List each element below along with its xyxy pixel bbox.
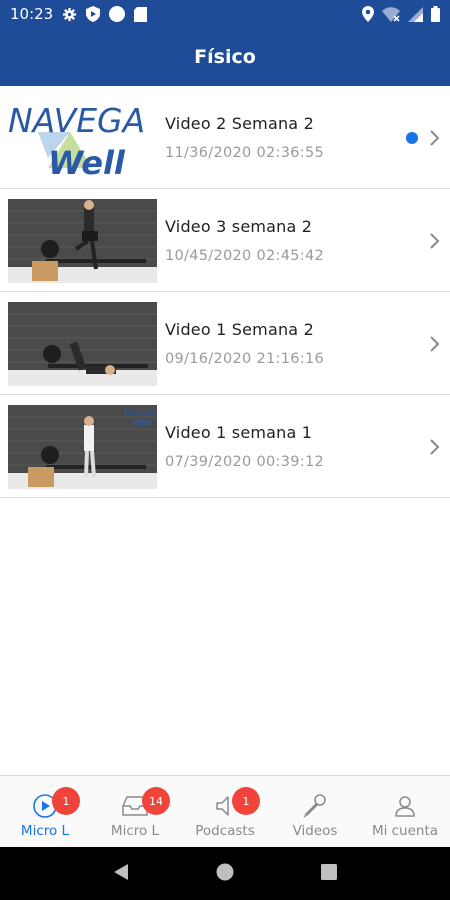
tab-label: Micro L [20,823,70,839]
battery-icon [431,6,440,22]
notification-badge: 14 [142,787,170,815]
chevron-right-icon[interactable] [428,438,440,460]
video-list-item[interactable]: Video 3 semana 2 10/45/2020 02:45:42 [0,189,450,292]
video-list-item[interactable]: NAVEGA Well Video 1 semana 1 07/39/2020 … [0,395,450,498]
tab-podcasts[interactable]: Podcasts 1 [180,776,270,848]
home-icon[interactable] [216,863,234,885]
shield-play-icon [86,6,101,22]
video-thumbnail-gym [8,302,157,386]
signal-icon [408,6,423,22]
status-bar: 10:23 [0,0,450,28]
video-date: 10/45/2020 02:45:42 [165,248,325,264]
page-title: Físico [194,46,256,68]
tab-label: Mi cuenta [371,823,439,839]
tab-label: Videos [292,823,338,839]
tab-mi-cuenta[interactable]: Mi cuenta [360,776,450,848]
logo-text-well: Well [48,144,126,180]
bottom-tab-bar: Micro L 1 Micro L 14 Podcasts 1 Videos M… [0,775,450,847]
video-title: Video 2 Semana 2 [165,114,314,133]
location-icon [362,6,374,22]
watermark-well: Well [132,418,151,427]
chevron-right-icon[interactable] [428,335,440,357]
video-thumbnail-gym [8,199,157,283]
sd-card-icon [134,6,148,22]
user-icon [393,793,417,819]
video-list[interactable]: NAVEGA Well Video 2 Semana 2 11/36/2020 … [0,86,450,498]
tab-label: Micro L [110,823,160,839]
tab-micro-l-1[interactable]: Micro L 1 [0,776,90,848]
video-date: 09/16/2020 21:16:16 [165,351,325,367]
video-thumbnail-logo: NAVEGA Well [8,96,157,180]
microphone-icon [302,793,328,819]
video-date: 11/36/2020 02:36:55 [165,145,325,161]
video-title: Video 1 semana 1 [165,423,313,442]
video-list-item[interactable]: Video 1 Semana 2 09/16/2020 21:16:16 [0,292,450,395]
video-title: Video 3 semana 2 [165,217,313,236]
chevron-right-icon[interactable] [428,129,440,151]
notification-badge: 1 [232,787,260,815]
unread-dot [406,132,418,144]
circle-notification-icon [109,6,126,22]
video-thumbnail-gym: NAVEGA Well [8,405,157,489]
chevron-right-icon[interactable] [428,232,440,254]
wifi-icon [382,6,400,22]
video-title: Video 1 Semana 2 [165,320,314,339]
video-date: 07/39/2020 00:39:12 [165,454,325,470]
system-nav-bar [0,847,450,900]
notification-badge: 1 [52,787,80,815]
watermark-navega: NAVEGA [124,408,157,417]
settings-gear-icon [62,7,77,22]
status-time: 10:23 [10,5,54,23]
tab-label: Podcasts [195,823,255,839]
app-bar: Físico [0,28,450,86]
video-list-item[interactable]: NAVEGA Well Video 2 Semana 2 11/36/2020 … [0,86,450,189]
tab-videos[interactable]: Videos [270,776,360,848]
tab-micro-l-2[interactable]: Micro L 14 [90,776,180,848]
back-icon[interactable] [113,863,129,885]
logo-text-navega: NAVEGA [8,101,145,140]
recents-icon[interactable] [320,863,337,884]
